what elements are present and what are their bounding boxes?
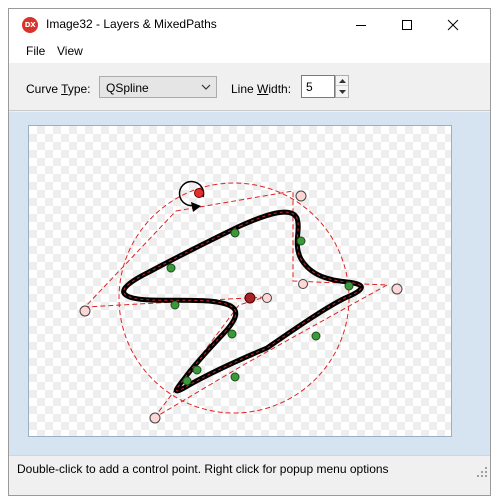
control-point[interactable] <box>262 293 272 303</box>
control-point[interactable] <box>149 412 161 424</box>
spin-up-button[interactable] <box>336 76 348 86</box>
line-width-spinner <box>335 75 349 98</box>
control-point[interactable] <box>298 279 308 289</box>
app-icon: DX <box>22 17 38 33</box>
control-lines <box>83 190 388 419</box>
paths-layer <box>79 180 403 424</box>
curve-point[interactable] <box>230 228 240 238</box>
arrow-down-icon <box>338 90 346 94</box>
menu-file[interactable]: File <box>26 44 45 58</box>
title-bar[interactable]: DX Image32 - Layers & MixedPaths <box>9 9 490 40</box>
line-width-value: 5 <box>306 80 313 94</box>
menu-bar: File View <box>9 40 490 63</box>
window-title: Image32 - Layers & MixedPaths <box>46 17 217 31</box>
status-text: Double-click to add a control point. Rig… <box>17 462 389 476</box>
curve-type-label: Curve Type: <box>26 82 91 96</box>
chevron-down-icon <box>201 84 211 90</box>
control-point[interactable] <box>295 190 307 202</box>
curve-point[interactable] <box>344 281 354 291</box>
app-window: DX Image32 - Layers & MixedPaths File Vi… <box>8 8 491 496</box>
control-point[interactable] <box>79 305 91 317</box>
curve-point[interactable] <box>192 365 202 375</box>
curve-type-select[interactable]: QSpline <box>99 76 217 98</box>
rotate-handle[interactable] <box>178 180 205 212</box>
rotate-arrowhead-icon <box>191 202 201 212</box>
minimize-icon <box>356 24 366 26</box>
spin-down-button[interactable] <box>336 87 348 97</box>
menu-view[interactable]: View <box>57 44 83 58</box>
maximize-button[interactable] <box>384 9 430 40</box>
close-button[interactable] <box>430 9 476 40</box>
toolbar: Curve Type: QSpline Line Width: 5 <box>9 63 490 111</box>
status-bar: Double-click to add a control point. Rig… <box>9 455 490 480</box>
curve-type-value: QSpline <box>106 81 149 95</box>
curve-point[interactable] <box>166 263 176 273</box>
line-width-label: Line Width: <box>231 82 292 96</box>
close-icon <box>447 19 459 30</box>
control-point[interactable] <box>391 283 403 295</box>
curve-path[interactable] <box>121 209 364 394</box>
rotate-knob[interactable] <box>194 188 204 198</box>
canvas-area <box>9 112 490 455</box>
curve-point[interactable] <box>311 331 321 341</box>
center-handle[interactable] <box>244 292 256 304</box>
maximize-icon <box>402 19 412 30</box>
line-width-input[interactable]: 5 <box>301 75 335 98</box>
curve-point[interactable] <box>227 329 237 339</box>
curve-point[interactable] <box>170 300 180 310</box>
curve-point[interactable] <box>182 376 192 386</box>
drawing-canvas[interactable] <box>28 125 452 437</box>
resize-grip-icon[interactable] <box>477 467 487 477</box>
curve-point[interactable] <box>296 236 306 246</box>
minimize-button[interactable] <box>338 9 384 40</box>
arrow-up-icon <box>338 78 346 83</box>
curve-point[interactable] <box>230 372 240 382</box>
